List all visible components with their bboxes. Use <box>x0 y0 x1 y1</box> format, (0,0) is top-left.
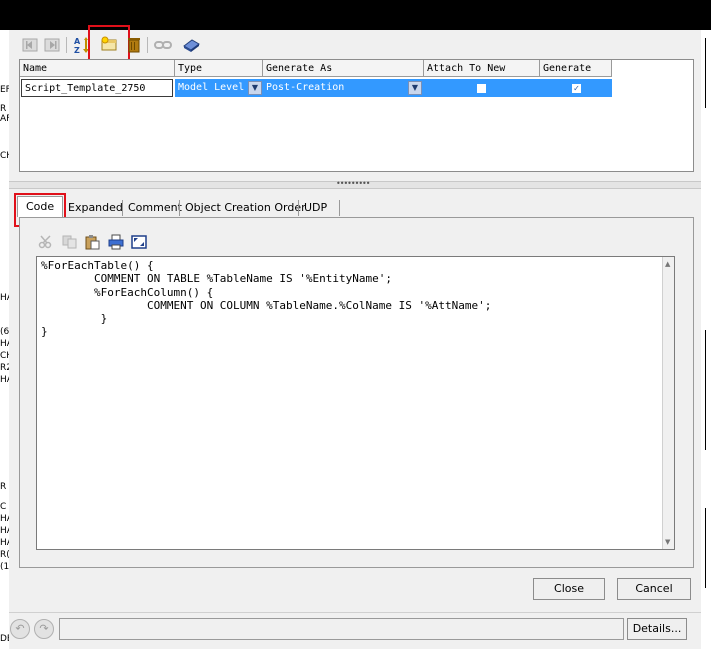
cell-generate-as[interactable]: Post-Creation <box>263 79 424 97</box>
column-header-generate-as[interactable]: Generate As <box>263 60 424 77</box>
cell-name[interactable]: Script_Template_2750 <box>21 79 173 97</box>
bg-fragment: HA <box>0 375 9 385</box>
tab-object-creation-order[interactable]: Object Creation Order <box>179 198 312 217</box>
code-editor[interactable]: %ForEachTable() { COMMENT ON TABLE %Tabl… <box>36 256 675 550</box>
code-text[interactable]: %ForEachTable() { COMMENT ON TABLE %Tabl… <box>41 259 491 339</box>
bg-fragment: EF <box>0 85 9 95</box>
redo-icon[interactable]: ↷ <box>34 619 54 639</box>
bg-fragment: HA <box>0 538 9 548</box>
tab-udp[interactable]: UDP <box>298 198 333 217</box>
scroll-up-icon[interactable]: ▲ <box>665 260 670 268</box>
background-window-strip-right <box>701 30 711 649</box>
paste-icon[interactable] <box>82 232 102 252</box>
cancel-button[interactable]: Cancel <box>617 578 691 600</box>
bg-fragment: R <box>0 482 7 492</box>
nav-back-icon[interactable] <box>20 35 40 55</box>
column-header-type[interactable]: Type <box>175 60 263 77</box>
bg-fragment: AF <box>0 114 9 124</box>
bg-fragment: HA <box>0 339 9 349</box>
copy-icon[interactable] <box>60 232 80 252</box>
bg-fragment: HA <box>0 514 9 524</box>
cut-icon[interactable] <box>36 232 56 252</box>
close-button[interactable]: Close <box>533 578 605 600</box>
bg-fragment: CH <box>0 351 9 361</box>
background-window-strip: EF R AF CH HA (6 HA CH R2 HA R C HA HA H… <box>0 30 9 649</box>
tab-expanded[interactable]: Expanded <box>62 198 129 217</box>
fullscreen-icon[interactable] <box>129 232 149 252</box>
delete-icon[interactable] <box>124 35 144 55</box>
toolbar-separator <box>147 37 148 53</box>
status-field <box>59 618 624 640</box>
print-icon[interactable] <box>106 232 126 252</box>
bg-fragment: R <box>0 104 7 114</box>
toolbar-separator <box>66 37 67 53</box>
cell-type-value: Model Level <box>178 82 245 93</box>
bg-fragment: R( <box>0 550 9 560</box>
link-icon[interactable] <box>153 35 173 55</box>
editor-vertical-scrollbar[interactable]: ▲ ▼ <box>662 257 674 549</box>
cell-generate-as-value: Post-Creation <box>266 82 345 93</box>
pane-splitter[interactable]: ••••••••• <box>9 179 701 189</box>
tab-divider <box>339 200 340 216</box>
book-icon[interactable] <box>181 35 201 55</box>
column-header-generate[interactable]: Generate <box>540 60 612 77</box>
column-header-name[interactable]: Name <box>20 60 175 77</box>
type-dropdown-chevron-down-icon[interactable]: ▼ <box>248 81 262 95</box>
bg-fragment: CH <box>0 151 9 161</box>
attach-to-new-checkbox[interactable] <box>477 84 486 93</box>
bg-fragment: C <box>0 502 7 512</box>
bg-fragment: R2 <box>0 363 9 373</box>
nav-forward-icon[interactable] <box>42 35 62 55</box>
status-separator <box>9 612 701 613</box>
generate-as-dropdown-chevron-down-icon[interactable]: ▼ <box>408 81 422 95</box>
bg-fragment: DE <box>0 634 9 644</box>
template-grid: Name Type Generate As Attach To New Gene… <box>19 59 694 172</box>
generate-checkbox[interactable]: ✓ <box>572 84 581 93</box>
svg-text:A: A <box>74 37 81 46</box>
bg-fragment: (6 <box>0 327 9 337</box>
splitter-grip: ••••••••• <box>336 179 370 188</box>
bg-fragment: HA <box>0 526 9 536</box>
bg-fragment: HA <box>0 293 9 303</box>
details-button[interactable]: Details... <box>627 618 687 640</box>
column-header-attach-to-new[interactable]: Attach To New <box>424 60 540 77</box>
undo-icon[interactable]: ↶ <box>10 619 30 639</box>
svg-text:Z: Z <box>74 46 80 54</box>
scroll-down-icon[interactable]: ▼ <box>665 538 670 546</box>
bg-fragment: (1 <box>0 562 9 572</box>
